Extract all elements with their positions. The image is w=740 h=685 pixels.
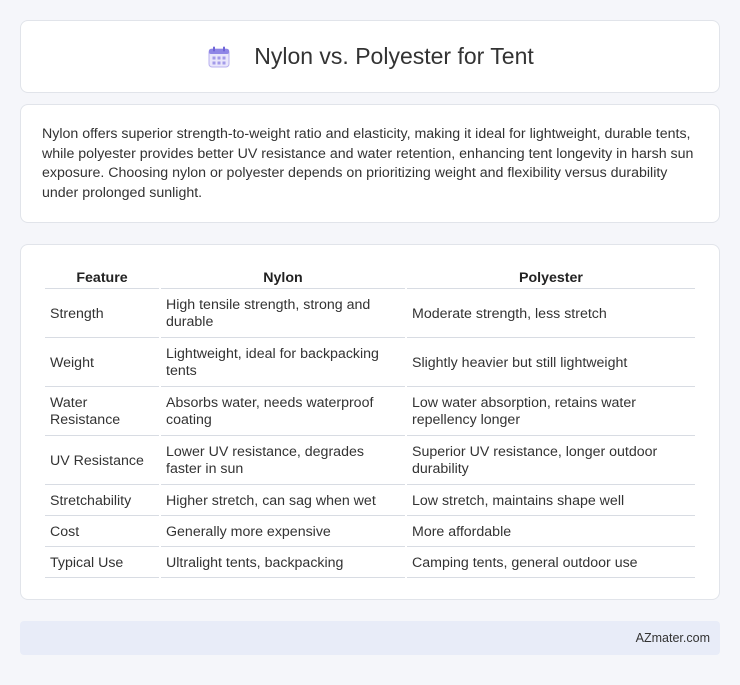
feature-cell: Weight	[45, 340, 159, 387]
polyester-cell: Superior UV resistance, longer outdoor d…	[407, 438, 695, 485]
summary-text: Nylon offers superior strength-to-weight…	[42, 126, 694, 201]
feature-cell: Water Resistance	[45, 389, 159, 436]
nylon-cell: Ultralight tents, backpacking	[161, 549, 405, 578]
feature-cell: UV Resistance	[45, 438, 159, 485]
footer-bar: AZmater.com	[20, 621, 720, 655]
nylon-cell: High tensile strength, strong and durabl…	[161, 291, 405, 338]
comparison-card: Feature Nylon Polyester Strength High te…	[20, 244, 720, 600]
table-row: Typical Use Ultralight tents, backpackin…	[45, 549, 695, 578]
calendar-icon	[206, 44, 232, 70]
polyester-cell: Low stretch, maintains shape well	[407, 487, 695, 516]
summary-card: Nylon offers superior strength-to-weight…	[20, 104, 720, 223]
title-card: Nylon vs. Polyester for Tent	[20, 20, 720, 93]
polyester-cell: Slightly heavier but still lightweight	[407, 340, 695, 387]
footer-brand: AZmater.com	[635, 631, 710, 645]
table-row: Stretchability Higher stretch, can sag w…	[45, 487, 695, 516]
polyester-cell: Camping tents, general outdoor use	[407, 549, 695, 578]
table-row: Cost Generally more expensive More affor…	[45, 518, 695, 547]
feature-cell: Strength	[45, 291, 159, 338]
page-title: Nylon vs. Polyester for Tent	[254, 43, 534, 69]
table-row: UV Resistance Lower UV resistance, degra…	[45, 438, 695, 485]
feature-cell: Typical Use	[45, 549, 159, 578]
polyester-cell: Low water absorption, retains water repe…	[407, 389, 695, 436]
table-header-row: Feature Nylon Polyester	[45, 267, 695, 289]
header-nylon: Nylon	[161, 267, 405, 289]
nylon-cell: Higher stretch, can sag when wet	[161, 487, 405, 516]
feature-cell: Stretchability	[45, 487, 159, 516]
header-feature: Feature	[45, 267, 159, 289]
polyester-cell: More affordable	[407, 518, 695, 547]
feature-cell: Cost	[45, 518, 159, 547]
comparison-table: Feature Nylon Polyester Strength High te…	[43, 265, 697, 580]
nylon-cell: Absorbs water, needs waterproof coating	[161, 389, 405, 436]
table-row: Strength High tensile strength, strong a…	[45, 291, 695, 338]
table-row: Weight Lightweight, ideal for backpackin…	[45, 340, 695, 387]
nylon-cell: Lower UV resistance, degrades faster in …	[161, 438, 405, 485]
header-polyester: Polyester	[407, 267, 695, 289]
polyester-cell: Moderate strength, less stretch	[407, 291, 695, 338]
nylon-cell: Generally more expensive	[161, 518, 405, 547]
nylon-cell: Lightweight, ideal for backpacking tents	[161, 340, 405, 387]
table-row: Water Resistance Absorbs water, needs wa…	[45, 389, 695, 436]
